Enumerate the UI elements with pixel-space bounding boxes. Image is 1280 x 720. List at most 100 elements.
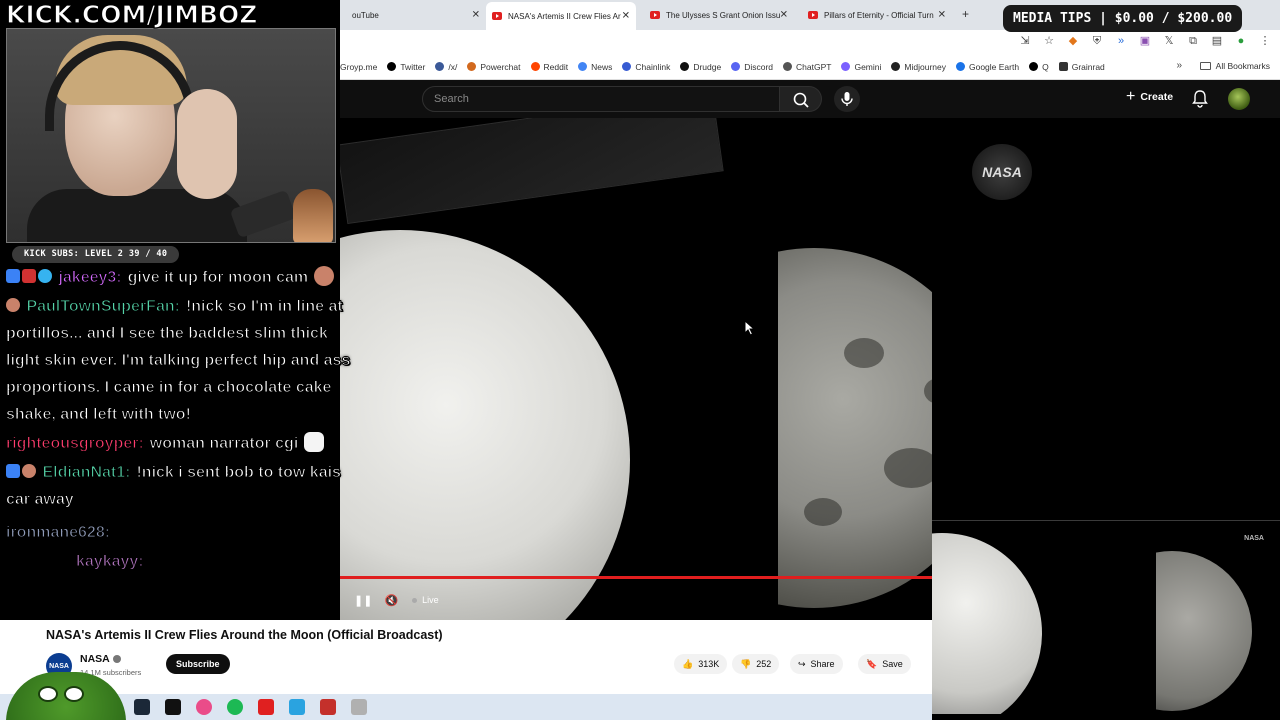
bookmark-chainlink[interactable]: Chainlink	[622, 62, 670, 72]
user-avatar[interactable]	[1228, 88, 1250, 110]
chat-text: give it up for moon cam	[127, 269, 309, 287]
bookmark-icon: 🔖	[866, 658, 878, 669]
bookmark-groyp[interactable]: Groyp.me	[340, 62, 377, 72]
bookmark-drudge[interactable]: Drudge	[680, 62, 721, 72]
bookmark-gemini[interactable]: Gemini	[841, 62, 881, 72]
tab-label: The Ulysses S Grant Onion Issu	[666, 10, 781, 20]
tab-label: Pillars of Eternity - Official Turn	[824, 10, 934, 20]
tab-nasa-artemis[interactable]: NASA's Artemis II Crew Flies Ar ✕	[486, 2, 636, 30]
bookmark-discord[interactable]: Discord	[731, 62, 773, 72]
voice-search-button[interactable]	[834, 86, 860, 112]
bookmark-reddit[interactable]: Reddit	[530, 61, 569, 72]
close-icon[interactable]: ✕	[780, 10, 788, 21]
obs-icon[interactable]	[196, 699, 212, 715]
save-button[interactable]: 🔖 Save	[858, 654, 911, 674]
gem-badge-icon	[38, 269, 52, 283]
search-input[interactable]: Search	[422, 86, 780, 112]
tab-ulysses-grant[interactable]: The Ulysses S Grant Onion Issu ✕	[644, 4, 794, 26]
channel-name-wrapper[interactable]: NASA	[80, 653, 121, 665]
dislike-button[interactable]: 👎 252	[732, 654, 780, 674]
bookmark-twitter[interactable]: Twitter	[387, 62, 425, 72]
youtube-icon	[808, 11, 818, 19]
sidebar-icon[interactable]: ▤	[1210, 34, 1224, 48]
chat-message: jakeey3: give it up for moon cam	[6, 264, 366, 291]
chatgpt-icon	[783, 62, 793, 71]
screen: ouTube ✕ NASA's Artemis II Crew Flies Ar…	[0, 0, 1280, 720]
tab-label: NASA's Artemis II Crew Flies Ar	[508, 11, 621, 21]
steam-icon[interactable]	[134, 699, 150, 715]
youtube-icon	[650, 11, 660, 19]
chat-overlay: jakeey3: give it up for moon cam PaulTown…	[5, 264, 366, 577]
bookmark-news[interactable]: News	[578, 62, 612, 72]
bookmark-label: Groyp.me	[340, 61, 378, 72]
chat-message: kaykayy:	[76, 548, 366, 575]
close-icon[interactable]: ✕	[938, 10, 946, 21]
avatar-badge-icon	[6, 298, 20, 312]
extension-icons: ⇲ ☆ ◆ ⛨ » ▣ 𝕏 ⧉ ▤ ● ⋮	[1018, 34, 1272, 48]
menu-icon[interactable]: ⋮	[1258, 34, 1272, 48]
x-icon[interactable]: 𝕏	[1162, 34, 1176, 48]
chat-username: righteousgroyper:	[6, 435, 145, 453]
video-player[interactable]: ❚❚ 🔇 Live	[340, 118, 932, 620]
bookmark-chatgpt[interactable]: ChatGPT	[783, 62, 831, 72]
bookmark-grainrad[interactable]: Grainrad	[1058, 62, 1105, 72]
thumbs-down-icon: 👎	[740, 658, 752, 669]
progress-bar[interactable]	[340, 576, 932, 579]
tab-pillars-of-eternity[interactable]: Pillars of Eternity - Official Turn ✕	[802, 4, 952, 26]
telegram-icon[interactable]	[289, 699, 305, 715]
chainlink-icon	[622, 62, 632, 71]
new-tab-button[interactable]: +	[962, 7, 969, 21]
app-icon[interactable]	[351, 699, 367, 715]
create-button[interactable]: + Create	[1126, 89, 1173, 105]
extension-icon[interactable]: ▣	[1138, 34, 1152, 48]
grid-icon	[435, 62, 445, 71]
profile-icon[interactable]: ●	[1234, 34, 1248, 48]
like-button[interactable]: 👍 313K	[674, 654, 728, 674]
bookmark-label: Chainlink	[635, 61, 671, 72]
bookmark-q[interactable]: Q	[1029, 62, 1049, 72]
share-button[interactable]: ↪ Share	[790, 654, 843, 674]
chevron-right-icon[interactable]: »	[1176, 60, 1182, 71]
bookmark-powerchat[interactable]: Powerchat	[467, 62, 521, 72]
bookmark-label: News	[591, 61, 613, 72]
chat-username: EldianNat1:	[42, 464, 131, 482]
close-icon[interactable]: ✕	[472, 10, 480, 21]
extension-icon[interactable]: »	[1114, 34, 1128, 48]
subscribe-button[interactable]: Subscribe	[166, 654, 230, 674]
spacecraft-hull	[932, 533, 1042, 714]
video-app-icon[interactable]	[258, 699, 274, 715]
bookmark-label: /x/	[448, 61, 458, 72]
terminal-icon[interactable]	[165, 699, 181, 715]
install-icon[interactable]: ⇲	[1018, 34, 1032, 48]
like-count: 313K	[698, 659, 720, 669]
bookmark-x-board[interactable]: /x/	[435, 62, 457, 72]
taskbar	[0, 694, 932, 720]
spotify-icon[interactable]	[227, 699, 243, 715]
bookmark-label: Reddit	[543, 61, 569, 72]
channel-name: NASA	[80, 653, 110, 665]
bookmark-midjourney[interactable]: Midjourney	[891, 62, 946, 72]
bookmark-label: Q	[1042, 61, 1049, 72]
all-bookmarks-button[interactable]: All Bookmarks	[1199, 61, 1270, 71]
shield-icon[interactable]: ⛨	[1090, 34, 1104, 48]
youtube-icon	[492, 12, 502, 20]
plus-icon: +	[1126, 88, 1136, 105]
bookmark-star-icon[interactable]: ☆	[1042, 34, 1056, 48]
puzzle-icon[interactable]: ⧉	[1186, 34, 1200, 48]
close-icon[interactable]: ✕	[622, 11, 630, 22]
thumbs-up-icon: 👍	[682, 658, 694, 669]
adobe-icon[interactable]	[320, 699, 336, 715]
notifications-bell-icon[interactable]	[1191, 89, 1209, 109]
tab-youtube[interactable]: ouTube ✕	[346, 4, 486, 26]
create-label: Create	[1140, 91, 1174, 103]
picture-in-picture-player[interactable]: NASA	[932, 520, 1280, 714]
q-icon	[1029, 62, 1039, 71]
chat-text: woman narrator cgi	[149, 435, 299, 453]
metamask-icon[interactable]: ◆	[1066, 34, 1080, 48]
mute-icon[interactable]: 🔇	[384, 594, 398, 607]
bookmark-google-earth[interactable]: Google Earth	[955, 62, 1019, 72]
search-button[interactable]	[780, 86, 822, 112]
pause-icon[interactable]: ❚❚	[354, 594, 372, 607]
chat-message: righteousgroyper: woman narrator cgi	[6, 430, 366, 457]
powerchat-icon	[467, 62, 477, 71]
